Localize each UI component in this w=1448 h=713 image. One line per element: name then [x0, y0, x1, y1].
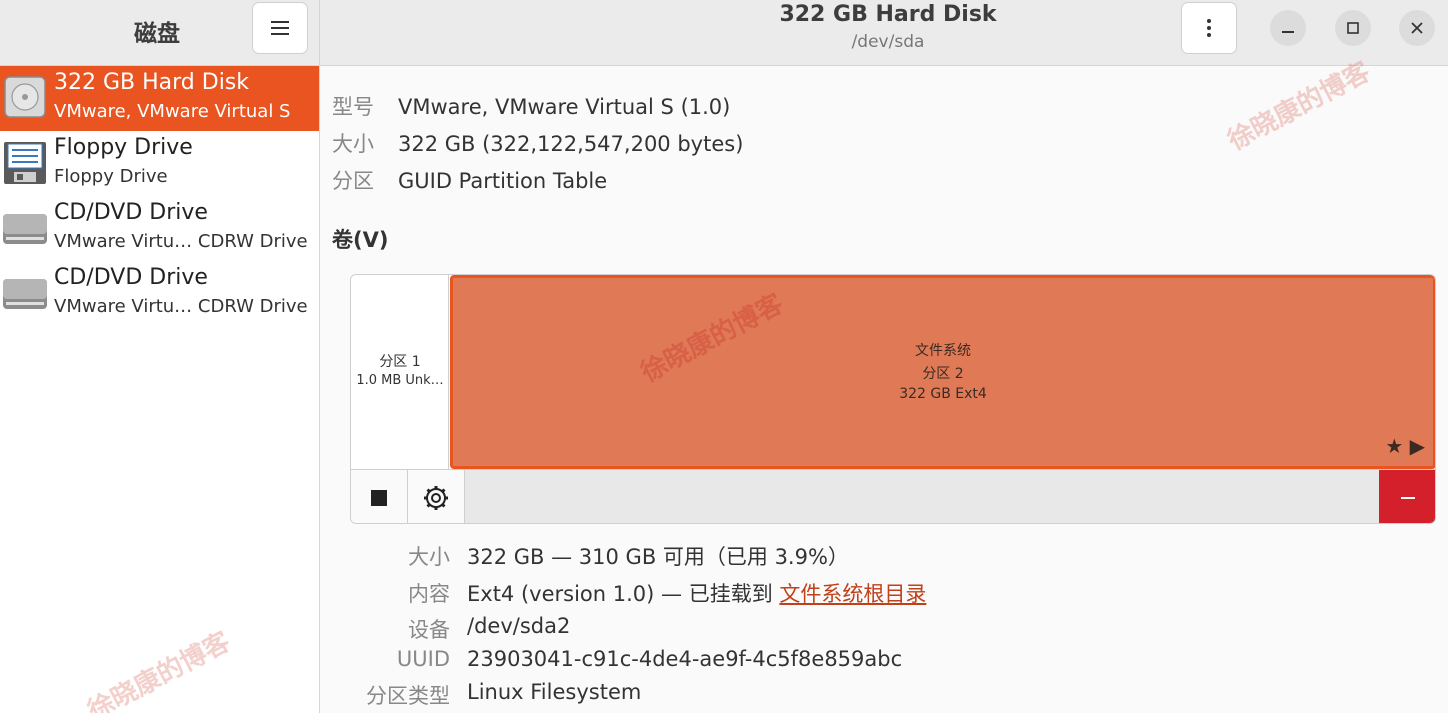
floppy-icon: [4, 142, 46, 184]
partitioning-value: GUID Partition Table: [398, 169, 608, 193]
detail-uuid-label: UUID: [396, 647, 450, 671]
volumes-heading: 卷(V): [332, 228, 389, 252]
optical-drive-icon: [3, 214, 47, 244]
device-name: CD/DVD Drive: [54, 200, 208, 225]
partition-1-name: 分区 1: [379, 354, 421, 370]
detail-uuid-value: 23903041-c91c-4de4-ae9f-4c5f8e859abc: [467, 647, 903, 671]
detail-size-value: 322 GB — 310 GB 可用（已用 3.9%）: [467, 545, 849, 569]
partition-2-name: 分区 2: [922, 366, 964, 382]
disk-menu-button[interactable]: [1181, 2, 1237, 54]
partition-settings-button[interactable]: [408, 470, 465, 523]
maximize-icon: [1347, 22, 1359, 34]
delete-partition-button[interactable]: [1379, 470, 1435, 523]
hard-disk-icon: [4, 76, 46, 118]
device-desc: Floppy Drive: [54, 166, 168, 187]
device-name: Floppy Drive: [54, 135, 193, 160]
partitioning-label: 分区: [332, 169, 374, 193]
device-name: CD/DVD Drive: [54, 265, 208, 290]
disk-details: 型号 VMware, VMware Virtual S (1.0) 大小 322 G…: [320, 57, 1448, 713]
detail-content-label: 内容: [408, 582, 450, 606]
disk-size-value: 322 GB (322,122,547,200 bytes): [398, 132, 744, 156]
volume-toolbar: [351, 469, 1435, 523]
gear-icon: [424, 486, 448, 510]
partition-2-desc: 322 GB Ext4: [899, 386, 987, 402]
device-desc: VMware Virtu… CDRW Drive: [54, 296, 308, 317]
disks-window: 磁盘 322 GB Hard Disk /dev/sda 322 GB Hard…: [0, 0, 1448, 713]
partitioning-row: 分区 GUID Partition Table: [332, 165, 607, 195]
stop-icon: [371, 490, 387, 506]
minus-icon: [1401, 497, 1415, 499]
device-desc: VMware Virtu… CDRW Drive: [54, 231, 308, 252]
minimize-button[interactable]: [1270, 10, 1306, 46]
watermark: 徐晓康的博客: [83, 626, 236, 713]
model-label: 型号: [332, 95, 374, 119]
device-item-cd-dvd-1[interactable]: CD/DVD Drive VMware Virtu… CDRW Drive: [0, 196, 319, 261]
device-item-cd-dvd-2[interactable]: CD/DVD Drive VMware Virtu… CDRW Drive: [0, 261, 319, 326]
optical-drive-icon: [3, 279, 47, 309]
model-row: 型号 VMware, VMware Virtual S (1.0): [332, 91, 730, 121]
content-text: Ext4 (version 1.0) — 已挂载到: [467, 582, 780, 606]
detail-ptype-label: 分区类型: [366, 684, 450, 708]
device-list: 322 GB Hard Disk VMware, VMware Virtual …: [0, 66, 320, 713]
device-item-floppy[interactable]: Floppy Drive Floppy Drive: [0, 131, 319, 196]
detail-ptype-value: Linux Filesystem: [467, 680, 642, 704]
device-desc: VMware, VMware Virtual S: [54, 101, 291, 122]
detail-size-label: 大小: [408, 545, 450, 569]
watermark: 徐晓康的博客: [1223, 56, 1376, 157]
partition-2-type: 文件系统: [915, 343, 971, 359]
mount-point-link[interactable]: 文件系统根目录: [779, 582, 926, 606]
disk-size-row: 大小 322 GB (322,122,547,200 bytes): [332, 128, 743, 158]
detail-device-label: 设备: [408, 618, 450, 642]
maximize-button[interactable]: [1335, 10, 1371, 46]
minimize-icon: [1282, 31, 1294, 33]
model-value: VMware, VMware Virtual S (1.0): [398, 95, 731, 119]
close-icon: [1411, 22, 1423, 34]
kebab-menu-icon: [1207, 19, 1211, 37]
content-header: 322 GB Hard Disk /dev/sda: [320, 0, 1448, 66]
disk-size-label: 大小: [332, 132, 374, 156]
detail-content-value: Ext4 (version 1.0) — 已挂载到 文件系统根目录: [467, 578, 926, 608]
detail-device-value: /dev/sda2: [467, 614, 571, 638]
main-menu-button[interactable]: [252, 2, 308, 54]
volume-map: 分区 1 1.0 MB Unk… 文件系统 分区 2 322 GB Ext4 ★…: [350, 274, 1436, 524]
device-item-hard-disk[interactable]: 322 GB Hard Disk VMware, VMware Virtual …: [0, 66, 319, 131]
device-name: 322 GB Hard Disk: [54, 70, 250, 95]
hamburger-icon: [271, 21, 289, 35]
mounted-badges: ★ ▶: [1385, 434, 1425, 458]
partition-1-block[interactable]: 分区 1 1.0 MB Unk…: [351, 275, 449, 469]
partition-2-block[interactable]: 文件系统 分区 2 322 GB Ext4 ★ ▶ 徐晓康的博客: [450, 275, 1435, 469]
partition-1-desc: 1.0 MB Unk…: [356, 373, 444, 388]
unmount-button[interactable]: [351, 470, 408, 523]
sidebar-header: 磁盘: [0, 0, 320, 66]
close-button[interactable]: [1399, 10, 1435, 46]
